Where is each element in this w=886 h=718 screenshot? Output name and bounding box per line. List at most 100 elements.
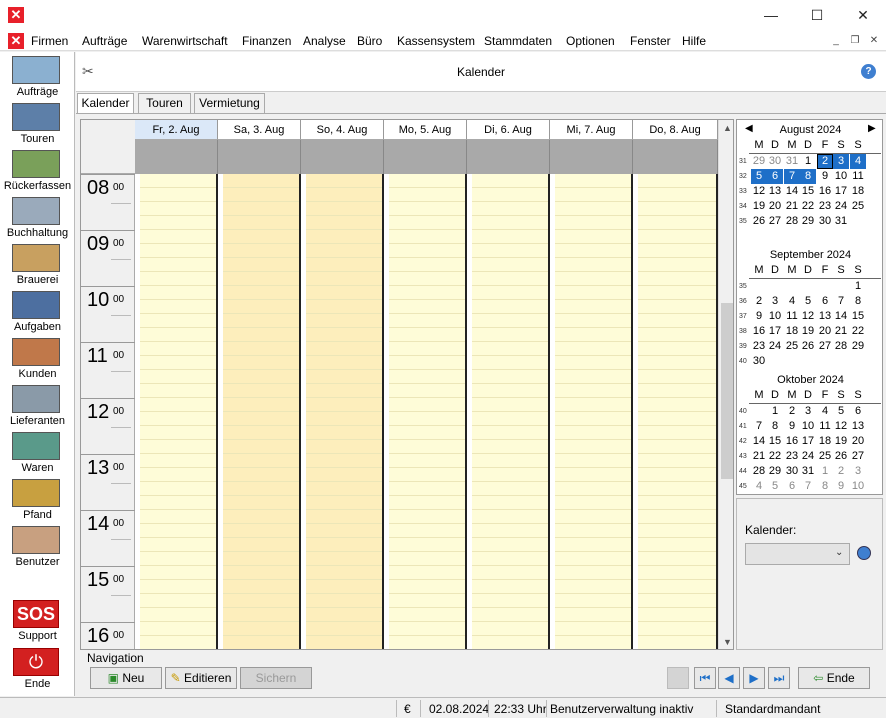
maximize-icon[interactable]: ☐ bbox=[794, 0, 840, 31]
day-cell[interactable]: 24 bbox=[767, 339, 783, 354]
day-cell[interactable]: 27 bbox=[767, 214, 783, 229]
day-cell[interactable]: 9 bbox=[817, 169, 833, 184]
day-cell[interactable]: 10 bbox=[833, 169, 849, 184]
day-cell[interactable]: 8 bbox=[800, 169, 816, 184]
day-cell[interactable]: 5 bbox=[767, 479, 783, 494]
day-cell[interactable]: 28 bbox=[751, 464, 767, 479]
day-cell[interactable]: 30 bbox=[751, 354, 767, 369]
day-cell[interactable]: 7 bbox=[800, 479, 816, 494]
scroll-up-icon[interactable]: ▲ bbox=[719, 120, 733, 137]
menu-warenwirtschaft[interactable]: Warenwirtschaft bbox=[142, 34, 228, 48]
last-record-icon[interactable]: ⏭ bbox=[768, 667, 790, 689]
day-cell[interactable]: 15 bbox=[767, 434, 783, 449]
sidebar-item-11[interactable]: Benutzer bbox=[0, 526, 75, 573]
day-cell[interactable]: 30 bbox=[784, 464, 800, 479]
day-cell[interactable]: 31 bbox=[784, 154, 800, 169]
day-header[interactable]: Sa, 3. Aug bbox=[218, 120, 301, 140]
sidebar-item-3[interactable]: Rückerfassen bbox=[0, 150, 75, 197]
day-header[interactable]: Di, 6. Aug bbox=[467, 120, 550, 140]
day-cell[interactable]: 3 bbox=[767, 294, 783, 309]
day-cell[interactable]: 5 bbox=[751, 169, 767, 184]
day-cell[interactable]: 4 bbox=[751, 479, 767, 494]
day-column[interactable] bbox=[140, 174, 218, 649]
day-cell[interactable]: 21 bbox=[833, 324, 849, 339]
day-cell[interactable]: 22 bbox=[850, 324, 866, 339]
day-cell[interactable]: 29 bbox=[800, 214, 816, 229]
scroll-down-icon[interactable]: ▼ bbox=[719, 634, 733, 649]
day-cell[interactable]: 25 bbox=[817, 449, 833, 464]
day-header[interactable]: Do, 8. Aug bbox=[633, 120, 718, 140]
save-button[interactable]: Sichern bbox=[240, 667, 312, 689]
day-cell[interactable]: 3 bbox=[800, 404, 816, 419]
day-cell[interactable]: 31 bbox=[800, 464, 816, 479]
day-cell[interactable]: 23 bbox=[751, 339, 767, 354]
mdi-minimize-icon[interactable]: _ bbox=[828, 34, 844, 48]
day-cell[interactable]: 6 bbox=[850, 404, 866, 419]
mdi-restore-icon[interactable]: ❐ bbox=[847, 34, 863, 48]
day-cell[interactable]: 6 bbox=[784, 479, 800, 494]
calendar-color-icon[interactable] bbox=[857, 546, 871, 560]
day-cell[interactable]: 23 bbox=[817, 199, 833, 214]
day-cell[interactable]: 3 bbox=[833, 154, 849, 169]
menu-hilfe[interactable]: Hilfe bbox=[682, 34, 706, 48]
tab-vermietung[interactable]: Vermietung bbox=[194, 93, 265, 113]
sidebar-item-4[interactable]: Buchhaltung bbox=[0, 197, 75, 244]
day-column[interactable] bbox=[223, 174, 301, 649]
day-cell[interactable]: 13 bbox=[850, 419, 866, 434]
day-cell[interactable]: 12 bbox=[800, 309, 816, 324]
day-cell[interactable]: 2 bbox=[751, 294, 767, 309]
all-day-area[interactable] bbox=[633, 140, 718, 174]
edit-button[interactable]: ✎ Editieren bbox=[165, 667, 237, 689]
sidebar-item-8[interactable]: Lieferanten bbox=[0, 385, 75, 432]
day-cell[interactable]: 15 bbox=[800, 184, 816, 199]
menu-auftraege[interactable]: Aufträge bbox=[82, 34, 127, 48]
end-button[interactable]: ⇦ Ende bbox=[798, 667, 870, 689]
sidebar-item-ende[interactable]: ⏻ Ende bbox=[0, 648, 75, 695]
sidebar-item-9[interactable]: Waren bbox=[0, 432, 75, 479]
day-column[interactable] bbox=[389, 174, 467, 649]
day-cell[interactable]: 22 bbox=[800, 199, 816, 214]
day-column[interactable] bbox=[472, 174, 550, 649]
day-cell[interactable]: 25 bbox=[850, 199, 866, 214]
day-cell[interactable]: 9 bbox=[751, 309, 767, 324]
day-cell[interactable]: 26 bbox=[751, 214, 767, 229]
day-cell[interactable]: 14 bbox=[751, 434, 767, 449]
day-header[interactable]: So, 4. Aug bbox=[301, 120, 384, 140]
day-header[interactable]: Mo, 5. Aug bbox=[384, 120, 467, 140]
menu-buero[interactable]: Büro bbox=[357, 34, 382, 48]
day-cell[interactable]: 11 bbox=[784, 309, 800, 324]
day-cell[interactable]: 29 bbox=[850, 339, 866, 354]
mdi-close-icon[interactable]: ✕ bbox=[866, 34, 882, 48]
calendar-select[interactable]: ⌄ bbox=[745, 543, 850, 565]
minimize-icon[interactable]: — bbox=[748, 0, 794, 31]
day-cell[interactable]: 31 bbox=[833, 214, 849, 229]
app-logo-icon[interactable]: ✕ bbox=[8, 7, 24, 23]
day-cell[interactable]: 1 bbox=[767, 404, 783, 419]
day-cell[interactable]: 5 bbox=[800, 294, 816, 309]
vertical-scrollbar[interactable]: ▲ ▼ bbox=[718, 120, 733, 649]
all-day-area[interactable] bbox=[301, 140, 384, 174]
menu-stammdaten[interactable]: Stammdaten bbox=[484, 34, 552, 48]
menu-firmen[interactable]: Firmen bbox=[31, 34, 68, 48]
day-cell[interactable]: 3 bbox=[850, 464, 866, 479]
day-cell[interactable]: 29 bbox=[767, 464, 783, 479]
day-cell[interactable]: 1 bbox=[800, 154, 816, 169]
sidebar-item-5[interactable]: Brauerei bbox=[0, 244, 75, 291]
day-cell[interactable]: 11 bbox=[817, 419, 833, 434]
all-day-area[interactable] bbox=[218, 140, 301, 174]
day-cell[interactable]: 17 bbox=[767, 324, 783, 339]
all-day-area[interactable] bbox=[135, 140, 218, 174]
first-record-icon[interactable]: ⏮ bbox=[694, 667, 716, 689]
day-cell[interactable]: 25 bbox=[784, 339, 800, 354]
sidebar-item-10[interactable]: Pfand bbox=[0, 479, 75, 526]
day-cell[interactable]: 12 bbox=[833, 419, 849, 434]
day-cell[interactable]: 1 bbox=[850, 279, 866, 294]
day-cell[interactable]: 16 bbox=[751, 324, 767, 339]
day-cell[interactable]: 21 bbox=[751, 449, 767, 464]
day-cell[interactable]: 19 bbox=[833, 434, 849, 449]
day-cell[interactable]: 8 bbox=[767, 419, 783, 434]
day-cell[interactable]: 9 bbox=[833, 479, 849, 494]
day-cell[interactable]: 17 bbox=[833, 184, 849, 199]
day-cell[interactable]: 12 bbox=[751, 184, 767, 199]
day-cell[interactable]: 7 bbox=[751, 419, 767, 434]
